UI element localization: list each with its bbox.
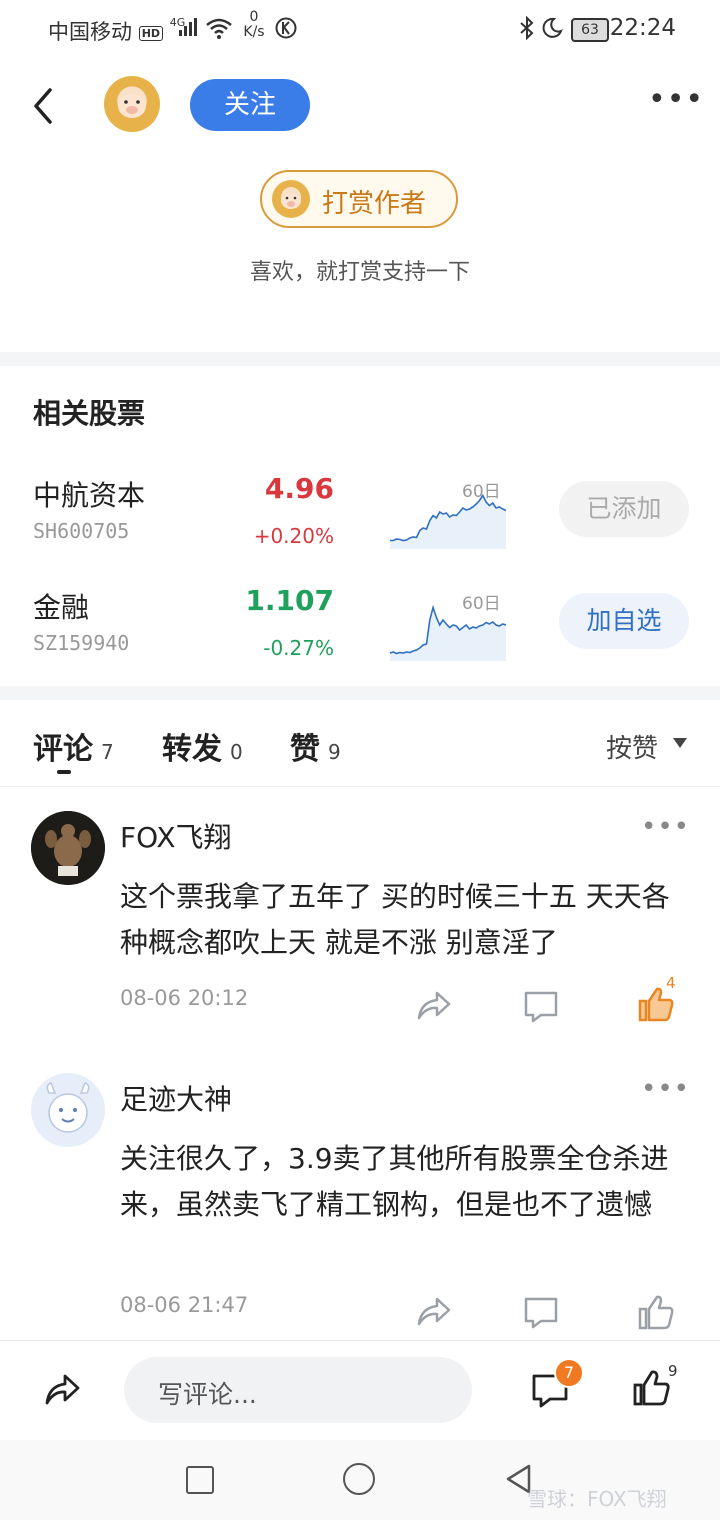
commenter-avatar[interactable]	[31, 1073, 105, 1147]
thumbs-up-icon[interactable]	[632, 1368, 672, 1408]
comment-more-icon[interactable]: •••	[641, 1074, 690, 1104]
pig-coin-icon	[272, 180, 310, 218]
thumbs-up-icon[interactable]	[636, 1292, 676, 1332]
tab-comments[interactable]: 评论 7	[33, 724, 114, 768]
commenter-name[interactable]: FOX飞翔	[120, 816, 232, 856]
divider	[0, 786, 720, 787]
sparkline-area	[390, 607, 506, 661]
home-button[interactable]	[343, 1463, 375, 1495]
active-tab-indicator	[57, 770, 71, 774]
comment-text: 这个票我拿了五年了 买的时候三十五 天天各种概念都吹上天 就是不涨 别意淫了	[120, 880, 670, 959]
commenter-name[interactable]: 足迹大神	[120, 1078, 232, 1118]
carrier-name: 中国移动	[48, 20, 132, 44]
added-watchlist-button[interactable]: 已添加	[559, 481, 689, 537]
status-bar: 中国移动 HD 4G 0 K/s 63 22:24	[0, 0, 720, 60]
net-speed: 0 K/s	[241, 10, 267, 40]
tip-subtitle: 喜欢，就打赏支持一下	[249, 260, 470, 285]
stock-change: +0.20%	[253, 524, 334, 548]
like-count: 9	[668, 1362, 678, 1380]
bluetooth-icon	[520, 16, 534, 40]
stock-name: 中航资本	[33, 479, 146, 512]
back-arrow-icon[interactable]	[28, 86, 64, 126]
stock-name: 金融	[33, 591, 90, 624]
tab-label: 转发	[162, 732, 222, 767]
commenter-avatar[interactable]	[31, 811, 105, 885]
tab-count: 9	[328, 740, 341, 764]
comment-icon[interactable]	[521, 1292, 561, 1332]
net-speed-unit: K/s	[243, 24, 265, 40]
tab-reposts[interactable]: 转发 0	[162, 724, 243, 768]
stock-change: -0.27%	[263, 636, 334, 660]
share-icon[interactable]	[413, 1292, 453, 1332]
comment-icon[interactable]	[521, 986, 561, 1026]
recents-button[interactable]	[186, 1466, 214, 1494]
wifi-icon	[206, 18, 232, 39]
watermark: 雪球：FOX飞翔	[527, 1487, 667, 1511]
cow-avatar-icon	[31, 1073, 105, 1147]
tab-count: 0	[230, 740, 243, 764]
comment-time: 08-06 20:12	[120, 986, 249, 1010]
stock-price: 1.107	[245, 584, 334, 617]
tip-author-button[interactable]: 打赏作者	[260, 170, 458, 228]
clock: 22:24	[609, 15, 676, 41]
tip-author-label: 打赏作者	[322, 189, 427, 219]
caret-down-icon[interactable]	[673, 738, 687, 748]
comment-more-icon[interactable]: •••	[641, 812, 690, 842]
comment-count-badge: 7	[554, 1358, 584, 1388]
comment-text: 关注很久了，3.9卖了其他所有股票全仓杀进来，虽然卖飞了精工钢构，但是也不了遗憾	[120, 1142, 669, 1221]
author-avatar[interactable]	[104, 76, 160, 132]
stock-price: 4.96	[264, 472, 334, 505]
sort-dropdown[interactable]: 按赞	[606, 728, 658, 765]
carrier-label: 中国移动 HD 4G	[48, 16, 185, 46]
battery-indicator: 63	[571, 18, 609, 42]
sparkline-chart	[390, 493, 506, 549]
net-speed-value: 0	[249, 9, 259, 25]
related-stocks-title: 相关股票	[33, 397, 146, 430]
sparkline-chart	[390, 604, 506, 661]
follow-button[interactable]: 关注	[190, 79, 310, 131]
tab-label: 评论	[33, 732, 93, 767]
moon-icon	[542, 17, 563, 38]
k-circle-icon	[275, 17, 297, 39]
add-watchlist-button[interactable]: 加自选	[559, 593, 689, 649]
section-divider	[0, 686, 720, 700]
like-count: 4	[666, 974, 676, 992]
section-divider	[0, 352, 720, 366]
signal-icon	[179, 18, 197, 36]
share-icon[interactable]	[413, 986, 453, 1026]
pig-avatar-icon	[118, 94, 146, 118]
comment-time: 08-06 21:47	[120, 1293, 249, 1317]
tab-count: 7	[101, 740, 114, 764]
share-icon[interactable]	[42, 1370, 82, 1410]
stock-code: SH600705	[33, 519, 130, 543]
comment-input-placeholder[interactable]: 写评论...	[158, 1375, 257, 1411]
hd-badge: HD	[138, 25, 164, 41]
tab-likes[interactable]: 赞9	[290, 724, 341, 768]
tab-label: 赞	[290, 732, 320, 767]
more-menu-icon[interactable]: •••	[648, 85, 703, 120]
muscle-man-avatar-icon	[31, 811, 105, 885]
stock-code: SZ159940	[33, 631, 130, 655]
